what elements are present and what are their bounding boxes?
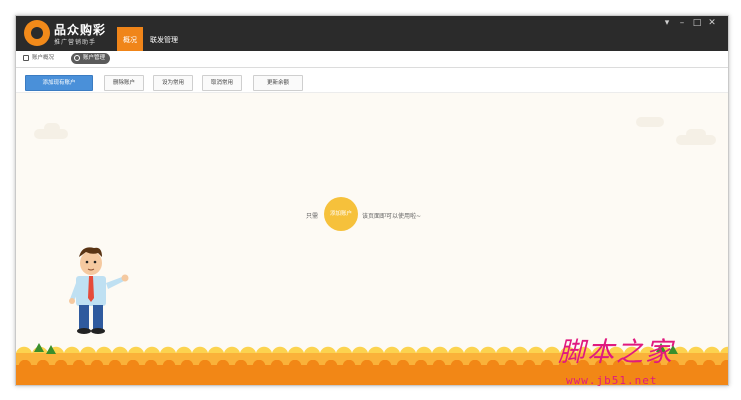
cloud-decoration: [44, 123, 60, 133]
tree-icon: [34, 343, 44, 352]
add-existing-account-button[interactable]: 添加现有账户: [25, 75, 93, 91]
set-favorite-button[interactable]: 设为常用: [153, 75, 193, 91]
app-title: 品众购彩: [54, 23, 107, 37]
app-subtitle: 推广营销助手: [54, 39, 97, 46]
toolbar: 添加现有账户 删除账户 设为常用 取消常用 更新余额: [16, 68, 728, 93]
delete-account-button[interactable]: 删除账户: [104, 75, 144, 91]
tree-icon: [46, 345, 56, 354]
cloud-decoration: [686, 129, 706, 139]
empty-state-text-after: 该页面即可以使用啦~: [362, 213, 422, 220]
sub-navigation: 账户概况 账户管理: [16, 51, 728, 68]
app-logo-icon: [24, 20, 50, 46]
title-bar: 品众购彩 推广营销助手 概况 联发管理 ▾ – □ ✕: [16, 16, 728, 51]
subtab-label: 账户概况: [32, 55, 55, 61]
mascot-illustration: [69, 247, 129, 334]
empty-state-text-before: 只需: [306, 213, 319, 220]
tab-bulk-management[interactable]: 联发管理: [144, 27, 184, 51]
maximize-icon[interactable]: □: [691, 18, 703, 28]
tab-overview[interactable]: 概况: [117, 27, 143, 51]
unset-favorite-button[interactable]: 取消常用: [202, 75, 242, 91]
watermark-url: www.jb51.net: [566, 374, 658, 387]
close-icon[interactable]: ✕: [706, 18, 718, 28]
subtab-account-overview[interactable]: 账户概况: [20, 53, 59, 64]
menu-dropdown-icon[interactable]: ▾: [661, 18, 673, 28]
watermark-logo: 脚本之家: [558, 337, 674, 368]
refresh-balance-button[interactable]: 更新余额: [253, 75, 303, 91]
add-account-circle-button[interactable]: 添加账户: [324, 197, 358, 231]
subtab-label: 账户管理: [83, 55, 106, 61]
cloud-decoration: [636, 117, 664, 127]
minimize-icon[interactable]: –: [676, 18, 688, 28]
user-icon: [74, 55, 80, 61]
subtab-account-management[interactable]: 账户管理: [71, 53, 111, 64]
grid-icon: [23, 55, 29, 61]
